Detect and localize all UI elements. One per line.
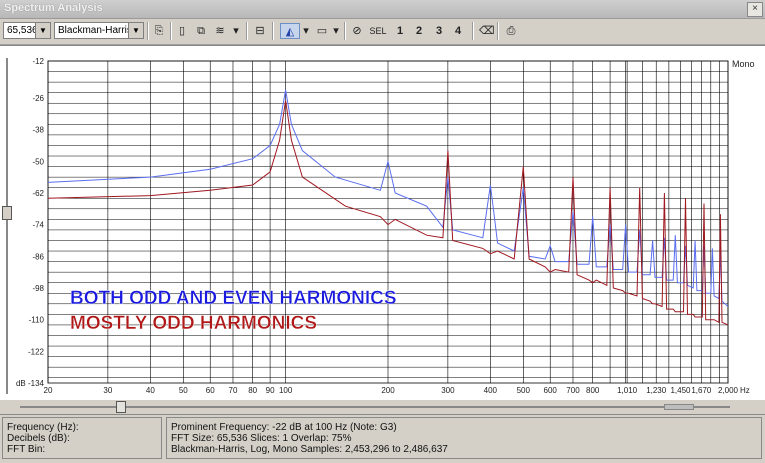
x-tick-label: 20 [44,386,53,395]
window-type-select[interactable]: Blackman-Harris ▼ [54,22,144,39]
compare-icon[interactable]: ⧉ [194,23,208,39]
spectrum-chart[interactable]: -12-26-38-50-62-74-86-98-110-122dB -1342… [0,46,765,401]
frequency-label: Frequency (Hz): [7,422,79,433]
channel-2-button[interactable]: 2 [413,23,425,39]
separator [344,22,346,40]
chevron-down-icon[interactable]: ▾ [331,23,341,39]
save-icon[interactable]: ⎘ [152,23,166,39]
channel-label: Mono [732,59,755,69]
chevron-down-icon[interactable]: ▾ [301,23,311,39]
annotation-label: MOSTLY ODD HARMONICS [70,313,317,334]
x-tick-label: 1,010 [617,386,638,395]
x-tick-label: 2,000 [718,386,739,395]
scroll-thumb[interactable] [116,401,126,413]
x-tick-label: 40 [146,386,155,395]
rectangle-icon[interactable]: ▭ [313,23,331,39]
x-tick-label: 50 [179,386,188,395]
y-tick-label: -12 [32,57,44,66]
analysis-info-panel: Prominent Frequency: -22 dB at 100 Hz (N… [166,417,762,459]
y-tick-label: -98 [32,284,44,293]
separator [246,22,248,40]
y-tick-label: dB -134 [16,379,45,388]
x-tick-label: 700 [566,386,580,395]
channel-1-button[interactable]: 1 [394,23,406,39]
decibels-label: Decibels (dB): [7,433,70,444]
x-tick-label: 500 [517,386,531,395]
separator [497,22,499,40]
chevron-down-icon[interactable]: ▼ [128,23,143,38]
reset-icon[interactable]: ⊘ [350,23,364,39]
fft-bin-label: FFT Bin: [7,444,46,455]
y-tick-label: -86 [32,252,44,261]
y-tick-label: -74 [32,221,44,230]
slider-track [6,58,8,394]
fft-size-value: 65,536 [7,25,38,36]
y-tick-label: -38 [32,126,44,135]
y-tick-label: -62 [32,189,44,198]
fft-settings-text: FFT Size: 65,536 Slices: 1 Overlap: 75% [171,433,352,444]
scroll-range-handle[interactable] [664,404,694,410]
annotation-label: BOTH ODD AND EVEN HARMONICS [70,288,397,309]
x-tick-label: 1,450 [670,386,691,395]
chevron-down-icon[interactable]: ▼ [35,23,50,38]
horizontal-scrollbar[interactable] [0,400,765,414]
separator [147,22,149,40]
x-tick-label: 400 [484,386,498,395]
vertical-zoom-slider[interactable] [2,58,12,394]
separator [272,22,274,40]
status-bar: Frequency (Hz): Decibels (dB): FFT Bin: … [0,414,765,463]
x-tick-label: 200 [381,386,395,395]
samples-range-text: Blackman-Harris, Log, Mono Samples: 2,45… [171,444,448,455]
prominent-frequency-text: Prominent Frequency: -22 dB at 100 Hz (N… [171,422,397,433]
separator [170,22,172,40]
x-tick-label: 80 [248,386,257,395]
x-tick-label: 1,670 [691,386,712,395]
print-icon[interactable]: ⎙ [503,23,519,39]
toolbar: 65,536 ▼ Blackman-Harris ▼ ⎘ ▯ ⧉ ≋ ▾ ⊟ ◭… [0,19,765,45]
x-tick-label: 70 [229,386,238,395]
x-tick-label: 60 [206,386,215,395]
cursor-readout-panel: Frequency (Hz): Decibels (dB): FFT Bin: [2,417,162,459]
lock-icon[interactable]: ⊟ [253,23,267,39]
close-button[interactable]: × [747,2,763,17]
x-tick-label: 600 [544,386,558,395]
y-tick-label: -110 [29,316,45,325]
select-button[interactable]: SEL [369,23,387,39]
y-tick-label: -122 [28,347,45,356]
x-tick-label: 100 [279,386,293,395]
scroll-track [20,406,730,408]
area-graph-icon[interactable]: ◭ [280,23,300,39]
waveform-icon[interactable]: ≋ [213,23,227,39]
slider-thumb[interactable] [2,206,12,220]
page-icon[interactable]: ▯ [175,23,189,39]
window-title: Spectrum Analysis [4,2,103,14]
eraser-icon[interactable]: ⌫ [479,23,495,39]
x-tick-label: 300 [441,386,455,395]
x-tick-label: 90 [266,386,275,395]
window-type-value: Blackman-Harris [58,25,132,36]
x-tick-label: 30 [103,386,112,395]
separator [472,22,474,40]
plot-area: -12 -26 -38 -50 -62 -74 -86 -98 -110 -122 dB -134 2… [0,45,765,401]
channel-3-button[interactable]: 3 [433,23,445,39]
y-tick-label: -26 [32,94,44,103]
title-bar: Spectrum Analysis × [0,0,765,19]
fft-size-select[interactable]: 65,536 ▼ [3,22,51,39]
x-tick-label: 800 [586,386,600,395]
dropdown-icon[interactable]: ▾ [231,23,241,39]
x-tick-label: 1,230 [646,386,667,395]
x-unit-label: Hz [740,386,750,395]
channel-4-button[interactable]: 4 [452,23,464,39]
y-tick-label: -50 [32,157,44,166]
